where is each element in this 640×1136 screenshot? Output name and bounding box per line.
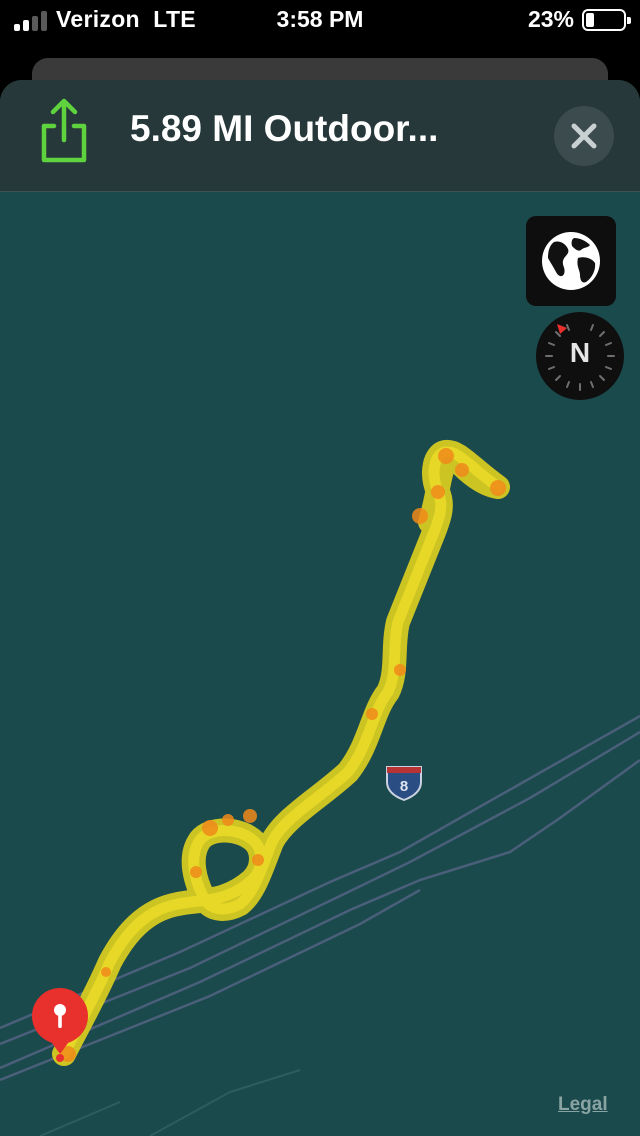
share-icon bbox=[41, 98, 87, 163]
legal-link[interactable]: Legal bbox=[558, 1094, 608, 1116]
highway-number: 8 bbox=[400, 778, 408, 795]
highway-shield-icon: 8 bbox=[386, 766, 422, 802]
compass-button[interactable]: N bbox=[536, 312, 624, 400]
phone-screen: Verizon LTE 3:58 PM 23% 5.89 MI Outdoor.… bbox=[0, 0, 640, 1136]
close-button[interactable] bbox=[554, 106, 614, 166]
route-track bbox=[52, 439, 510, 1066]
route-map-sheet: 5.89 MI Outdoor... 8 Legal N bbox=[0, 80, 640, 1136]
battery-icon bbox=[582, 9, 631, 31]
share-button[interactable] bbox=[34, 96, 94, 166]
sheet-header: 5.89 MI Outdoor... bbox=[0, 80, 640, 192]
workout-title: 5.89 MI Outdoor... bbox=[130, 108, 439, 149]
globe-icon bbox=[542, 232, 600, 290]
globe-view-button[interactable] bbox=[526, 216, 616, 306]
battery-percent: 23% bbox=[527, 6, 574, 32]
compass-north-label: N bbox=[569, 337, 591, 368]
minor-roads bbox=[39, 1069, 301, 1136]
status-bar: Verizon LTE 3:58 PM 23% bbox=[0, 0, 640, 42]
highway-lines bbox=[0, 714, 640, 1082]
battery-fill bbox=[586, 13, 594, 27]
close-icon bbox=[571, 123, 597, 149]
